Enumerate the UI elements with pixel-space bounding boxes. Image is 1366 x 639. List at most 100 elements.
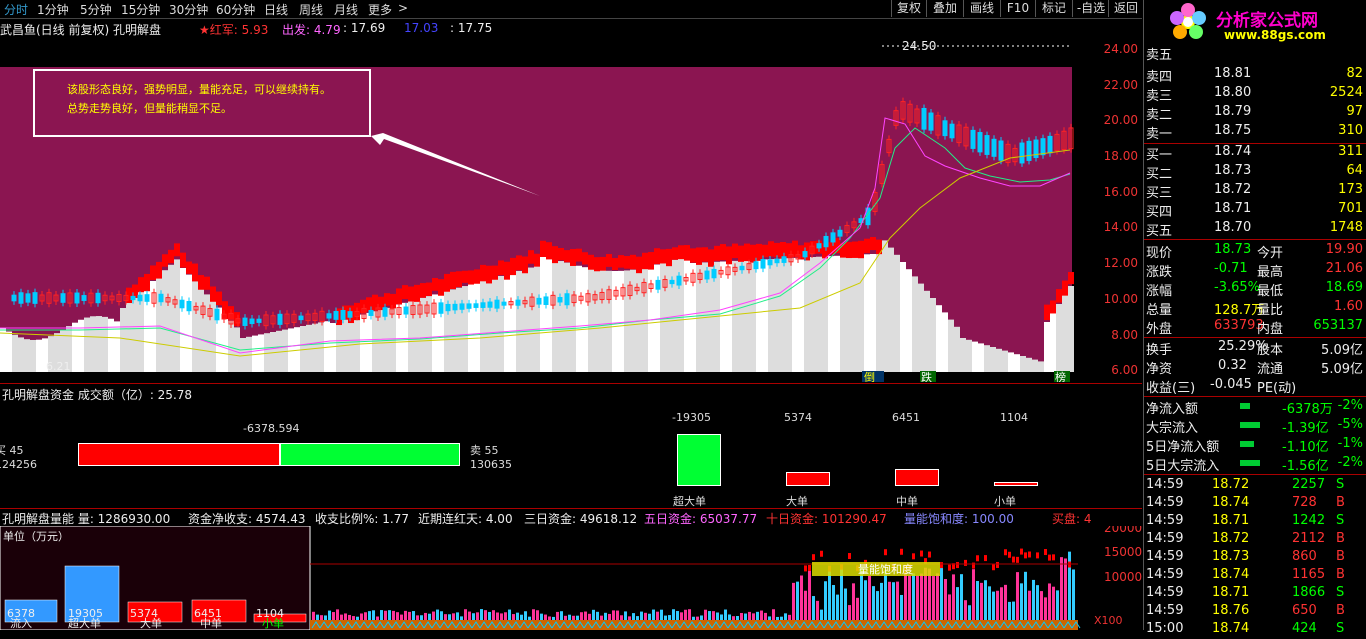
candle-body [1019,142,1025,164]
volume-bar [1016,572,1019,620]
watchlist-button[interactable]: -自选 [1072,0,1109,17]
volume-bar [760,610,763,620]
candle-body [830,232,836,243]
tab-30min[interactable]: 30分钟 [169,1,208,18]
volume-bar [608,613,611,620]
volume-bar [668,615,671,620]
silhouette-cap [606,254,612,267]
large-label: 大单 [786,495,808,508]
volume-bar [568,614,571,620]
volume-bar [996,590,999,620]
volume-bar [816,600,819,620]
candle-body [760,259,766,269]
volume-bar [520,614,523,620]
candle-body [739,265,745,271]
silhouette-column [1068,286,1074,372]
order-row-sell-2: 卖二 18.79 97 [1146,104,1363,123]
volume-bar [960,574,963,620]
tick-side: B [1336,603,1345,618]
candle-body [494,299,500,309]
silhouette-cap [420,283,426,298]
net-income-label: 资金净收支: 4574.43 [188,512,306,526]
volume-bar [636,616,639,620]
saturation-overlay-label: 量能饱和度 [858,562,913,576]
volume-bar [412,611,415,620]
more-arrow-icon[interactable]: > [398,1,408,15]
mini-label-inflow: 流入 [10,616,32,630]
tab-month[interactable]: 月线 [334,1,358,18]
volume-cap [964,559,967,566]
silhouette-column [576,265,582,372]
volume-bar [864,580,867,620]
candle-body [81,295,87,301]
silhouette-cap [600,256,606,271]
tab-1min[interactable]: 1分钟 [37,1,69,18]
candle-body [25,293,31,303]
back-button[interactable]: 返回 [1108,0,1143,17]
volume-bar [332,612,335,620]
silhouette-cap [510,257,516,276]
silhouette-column [552,259,558,372]
candle-body [256,318,262,323]
candle-body [816,243,822,249]
price-tick: 10.00 [1103,292,1138,306]
volume-bar [512,614,515,620]
silhouette-cap [768,241,774,257]
silhouette-column [588,268,594,372]
quote-panel: 分析家公式网 www.88gs.com 卖五 卖四 18.81 82 卖三 18.80… [1143,0,1366,636]
silhouette-cap [540,240,546,257]
fuquan-button[interactable]: 复权 [891,0,926,17]
volume-bar [872,586,875,620]
candle-body [144,294,150,302]
silhouette-cap [594,257,600,272]
volume-bar [652,609,655,620]
silhouette-column [942,312,948,372]
volume-bar [1028,590,1031,620]
silhouette-column [894,254,900,372]
buy-tag-label: 买盘: 4 [1052,512,1092,526]
tick-price: 18.74 [1212,621,1250,636]
tick-price: 18.72 [1212,477,1250,492]
silhouette-column [432,294,438,372]
mark-button[interactable]: 标记 [1035,0,1072,17]
silhouette-cap [216,291,222,306]
volume-bar [648,613,651,620]
buy-count-label: 买 45 [0,444,24,457]
tab-more[interactable]: 更多 [368,1,392,18]
volume-cap [808,565,811,572]
silhouette-cap [762,244,768,258]
silhouette-cap [588,254,594,270]
silhouette-column [36,339,42,372]
tab-5min[interactable]: 5分钟 [80,1,112,18]
volume-bar [764,612,767,620]
silhouette-column [534,265,540,372]
volume-bar [480,609,483,620]
overlay-button[interactable]: 叠加 [926,0,963,17]
tab-week[interactable]: 周线 [299,1,323,18]
silhouette-column [474,282,480,372]
volume-cap [984,555,987,562]
draw-line-button[interactable]: 画线 [963,0,1000,17]
volume-bar [444,614,447,620]
volume-cap [1020,548,1023,555]
price-tick: 20.00 [1103,113,1138,127]
volume-bar [728,614,731,620]
silhouette-column [594,269,600,372]
tick-volume: 860 [1292,549,1317,564]
tab-15min[interactable]: 15分钟 [121,1,160,18]
tab-60min[interactable]: 60分钟 [216,1,255,18]
chart-header: 武昌鱼(日线 前复权) 孔明解盘 ★红军: 5.93 出发: 4.79 : 17… [0,21,1090,37]
volume-bars [312,548,1075,620]
volume-bar [1040,591,1043,620]
volume-bar [900,594,903,620]
candle-body [928,112,934,131]
candle-body [1047,135,1053,154]
volume-bar [908,575,911,620]
f10-button[interactable]: F10 [1000,0,1035,17]
net-fund-label: -6378.594 [243,422,300,435]
tab-day[interactable]: 日线 [264,1,288,18]
volume-chart[interactable]: 单位（万元） 6378 19305 5374 6451 1104 流入 超大单 … [0,526,1142,630]
order-row-buy-5: 买五 18.70 1748 [1146,220,1363,239]
silhouette-column [1050,313,1056,372]
tab-fenshi[interactable]: 分时 [4,1,28,18]
